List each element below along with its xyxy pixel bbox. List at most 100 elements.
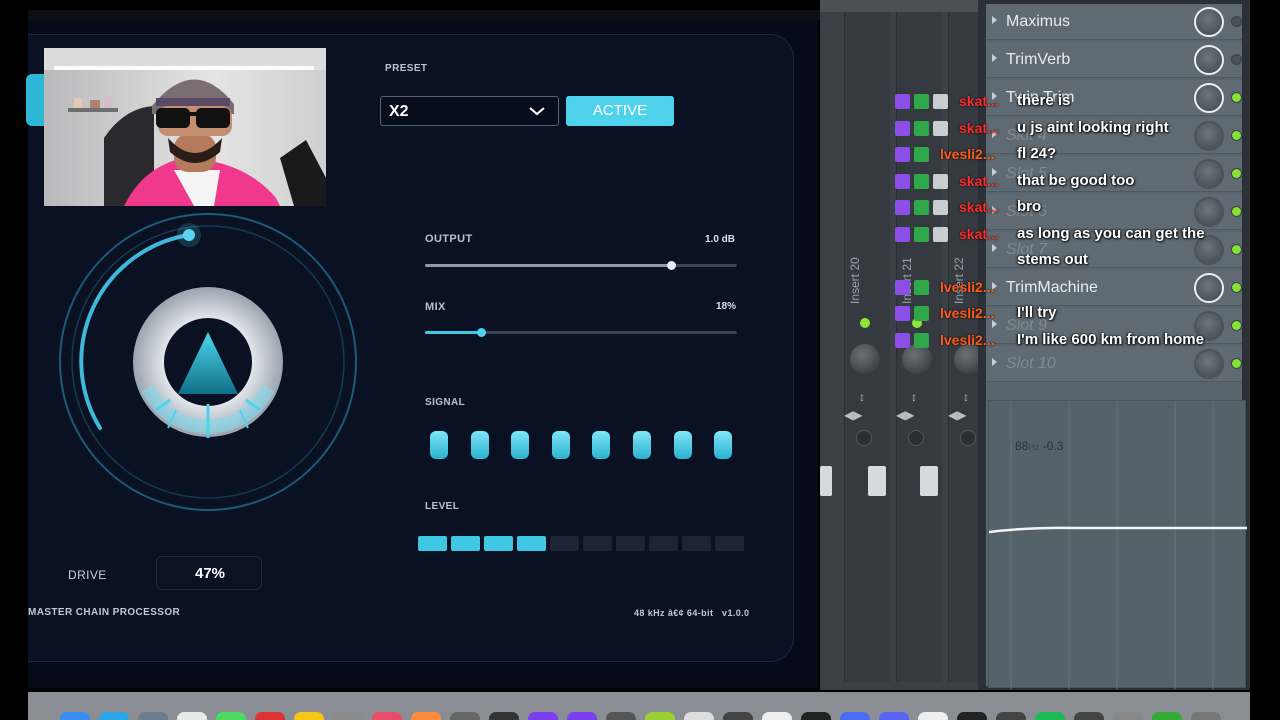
side-tab[interactable]	[26, 74, 44, 126]
chevron-right-icon[interactable]	[992, 54, 997, 62]
effect-enable-led[interactable]	[1231, 358, 1242, 369]
strip-pan-knob-20[interactable]	[850, 344, 880, 374]
messages-icon[interactable]	[216, 712, 246, 720]
twitch-badge-icon	[895, 94, 910, 109]
notes-icon[interactable]	[177, 712, 207, 720]
effect-mix-knob[interactable]	[1194, 121, 1224, 151]
shield-icon[interactable]	[918, 712, 948, 720]
chevron-right-icon[interactable]	[992, 320, 997, 328]
effect-enable-led[interactable]	[1231, 168, 1242, 179]
settings-icon[interactable]	[450, 712, 480, 720]
app-icon-2[interactable]	[801, 712, 831, 720]
chevron-right-icon[interactable]	[992, 358, 997, 366]
strip-pan-knob-21[interactable]	[902, 344, 932, 374]
level-segment	[484, 536, 513, 551]
effect-enable-led[interactable]	[1231, 92, 1242, 103]
effect-enable-led[interactable]	[1231, 206, 1242, 217]
discord-icon[interactable]	[879, 712, 909, 720]
strip-route-icon-20[interactable]: ↕	[859, 390, 865, 404]
recording-icon[interactable]	[957, 712, 987, 720]
chat-text: fl 24?	[1017, 145, 1057, 162]
chat-username[interactable]: lvesli2...	[940, 305, 994, 321]
strip-stereo-knob-22[interactable]	[960, 430, 976, 446]
effect-enable-led[interactable]	[1231, 282, 1242, 293]
dock	[28, 692, 1250, 720]
window-icon[interactable]	[723, 712, 753, 720]
chevron-right-icon[interactable]	[992, 16, 997, 24]
effect-mix-knob[interactable]	[1194, 349, 1224, 379]
calculator-icon[interactable]	[1113, 712, 1143, 720]
video-app-icon[interactable]	[567, 712, 597, 720]
output-value: 1.0 dB	[705, 234, 736, 245]
folder-icon[interactable]	[294, 712, 324, 720]
drive-input[interactable]: 47%	[156, 556, 262, 590]
mixer-app-icon[interactable]	[255, 712, 285, 720]
effect-slot[interactable]: TrimMachine	[986, 270, 1242, 306]
strip-stereo-knob-21[interactable]	[908, 430, 924, 446]
effect-mix-knob[interactable]	[1194, 273, 1224, 303]
strip-swap-icon-21[interactable]: ◀▶	[896, 408, 914, 422]
chat-username[interactable]: lvesli2...	[940, 279, 994, 295]
chat-username[interactable]: skat...	[959, 93, 999, 109]
drive-dial[interactable]	[50, 208, 370, 528]
mod-badge-icon	[933, 200, 948, 215]
window-title-bar[interactable]	[28, 10, 822, 20]
app-icon[interactable]	[762, 712, 792, 720]
effect-enable-led[interactable]	[1231, 320, 1242, 331]
mail-icon[interactable]	[138, 712, 168, 720]
chat-username[interactable]: skat...	[959, 226, 999, 242]
fader-handle-21[interactable]	[920, 466, 938, 496]
check-badge-icon	[914, 226, 929, 242]
spotify-icon[interactable]	[1035, 712, 1065, 720]
check-badge-icon	[914, 306, 929, 321]
effect-enable-led[interactable]	[1231, 130, 1242, 141]
fader-handle-20[interactable]	[868, 466, 886, 496]
store-icon[interactable]	[684, 712, 714, 720]
effect-mix-knob[interactable]	[1194, 7, 1224, 37]
chat-username[interactable]: skat...	[959, 173, 999, 189]
effect-enable-led[interactable]	[1231, 54, 1242, 65]
drive-label: DRIVE	[68, 568, 107, 582]
chat-text: I'm like 600 km from home	[1017, 330, 1204, 348]
chat-username[interactable]: skat...	[959, 120, 999, 136]
effect-slot[interactable]: Maximus	[986, 4, 1242, 40]
effect-enable-led[interactable]	[1231, 244, 1242, 255]
maps-icon[interactable]	[1152, 712, 1182, 720]
chat-username[interactable]: lvesli2...	[940, 146, 994, 162]
mixer-header	[820, 0, 980, 12]
chat-username[interactable]: lvesli2...	[940, 332, 994, 348]
podcast-icon[interactable]	[411, 712, 441, 720]
eq-graph[interactable]: 88Hz -0.3	[988, 400, 1247, 689]
chat-username[interactable]: skat...	[959, 199, 999, 215]
active-button[interactable]: ACTIVE	[566, 96, 674, 126]
level-segment	[715, 536, 744, 551]
strip-swap-icon-20[interactable]: ◀▶	[844, 408, 862, 422]
scissors-icon[interactable]	[996, 712, 1026, 720]
safari-icon[interactable]	[99, 712, 129, 720]
photos-icon[interactable]	[333, 712, 363, 720]
effect-slot[interactable]: TrimVerb	[986, 42, 1242, 78]
bin-icon[interactable]	[1191, 712, 1221, 720]
preset-dropdown[interactable]: X2	[380, 96, 559, 126]
controller-icon[interactable]	[1074, 712, 1104, 720]
strip-led-20[interactable]	[860, 318, 870, 328]
effect-enable-led[interactable]	[1231, 16, 1242, 27]
fader-handle-19[interactable]	[820, 466, 832, 496]
effect-mix-knob[interactable]	[1194, 197, 1224, 227]
effect-slot[interactable]: Slot 10	[986, 346, 1242, 382]
plugin-icon[interactable]	[606, 712, 636, 720]
strip-route-icon-22[interactable]: ↕	[963, 390, 969, 404]
effect-mix-knob[interactable]	[1194, 45, 1224, 75]
finder-icon[interactable]	[60, 712, 90, 720]
effect-mix-knob[interactable]	[1194, 83, 1224, 113]
chat-app-icon[interactable]	[528, 712, 558, 720]
terminal-icon[interactable]	[489, 712, 519, 720]
strip-swap-icon-22[interactable]: ◀▶	[948, 408, 966, 422]
chevron-right-icon[interactable]	[992, 244, 997, 252]
strip-route-icon-21[interactable]: ↕	[911, 390, 917, 404]
effect-mix-knob[interactable]	[1194, 159, 1224, 189]
audio-app-icon[interactable]	[645, 712, 675, 720]
strip-stereo-knob-20[interactable]	[856, 430, 872, 446]
music-icon[interactable]	[372, 712, 402, 720]
code-icon[interactable]	[840, 712, 870, 720]
